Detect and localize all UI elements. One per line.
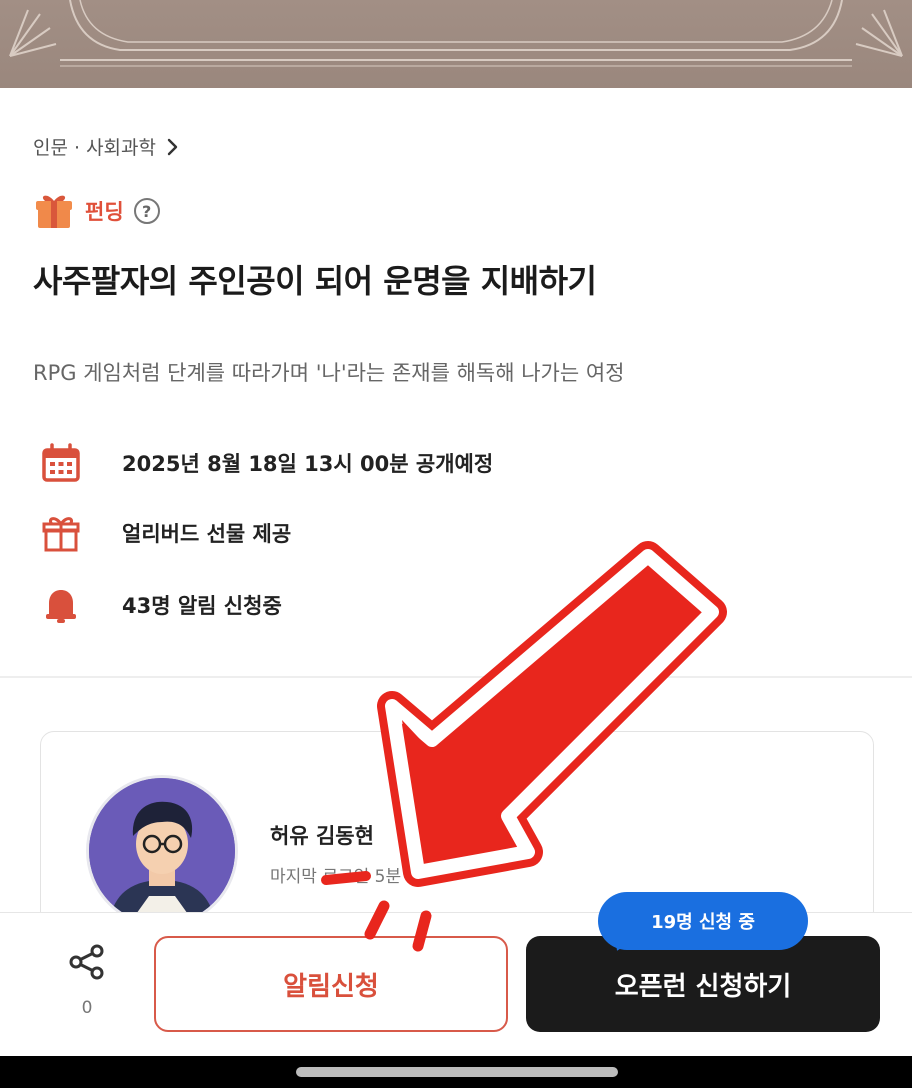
gift-box-icon (36, 195, 72, 228)
avatar[interactable] (86, 775, 238, 927)
share-count: 0 (81, 998, 93, 1018)
schedule-text: 2025년 8월 18일 13시 00분 공개예정 (122, 452, 494, 476)
breadcrumb[interactable]: 인문 · 사회과학 (33, 133, 180, 160)
share-button[interactable]: 0 (62, 942, 112, 1032)
notify-button[interactable]: 알림신청 (154, 936, 508, 1032)
home-indicator[interactable] (296, 1067, 618, 1077)
share-icon (69, 944, 104, 980)
bell-icon (38, 582, 84, 628)
alarm-text: 43명 알림 신청중 (122, 594, 282, 618)
openrun-apply-button[interactable]: 오픈런 신청하기 (526, 936, 880, 1032)
page-subtitle: RPG 게임처럼 단계를 따라가며 '나'라는 존재를 해독해 나가는 여정 (33, 361, 625, 385)
creator-name[interactable]: 허유 김동현 (270, 820, 374, 850)
gift-icon (38, 510, 84, 556)
info-alarm: 43명 알림 신청중 (38, 582, 282, 628)
info-schedule: 2025년 8월 18일 13시 00분 공개예정 (38, 440, 493, 486)
gift-text: 얼리버드 선물 제공 (122, 522, 292, 546)
funding-tag: 펀딩 ? (33, 190, 160, 232)
chevron-right-icon (167, 138, 178, 155)
breadcrumb-label[interactable]: 인문 · 사회과학 (33, 133, 156, 160)
hero-banner (0, 0, 912, 88)
help-icon[interactable]: ? (133, 198, 160, 224)
applicant-count-bubble: 19명 신청 중 (598, 892, 808, 950)
section-divider (0, 676, 912, 678)
calendar-icon (38, 440, 84, 486)
page-title: 사주팔자의 주인공이 되어 운명을 지배하기 (33, 262, 597, 300)
funding-label: 펀딩 (85, 200, 124, 224)
creator-last-login: 마지막 로그인 5분 전 (270, 867, 423, 887)
info-gift: 얼리버드 선물 제공 (38, 510, 291, 556)
